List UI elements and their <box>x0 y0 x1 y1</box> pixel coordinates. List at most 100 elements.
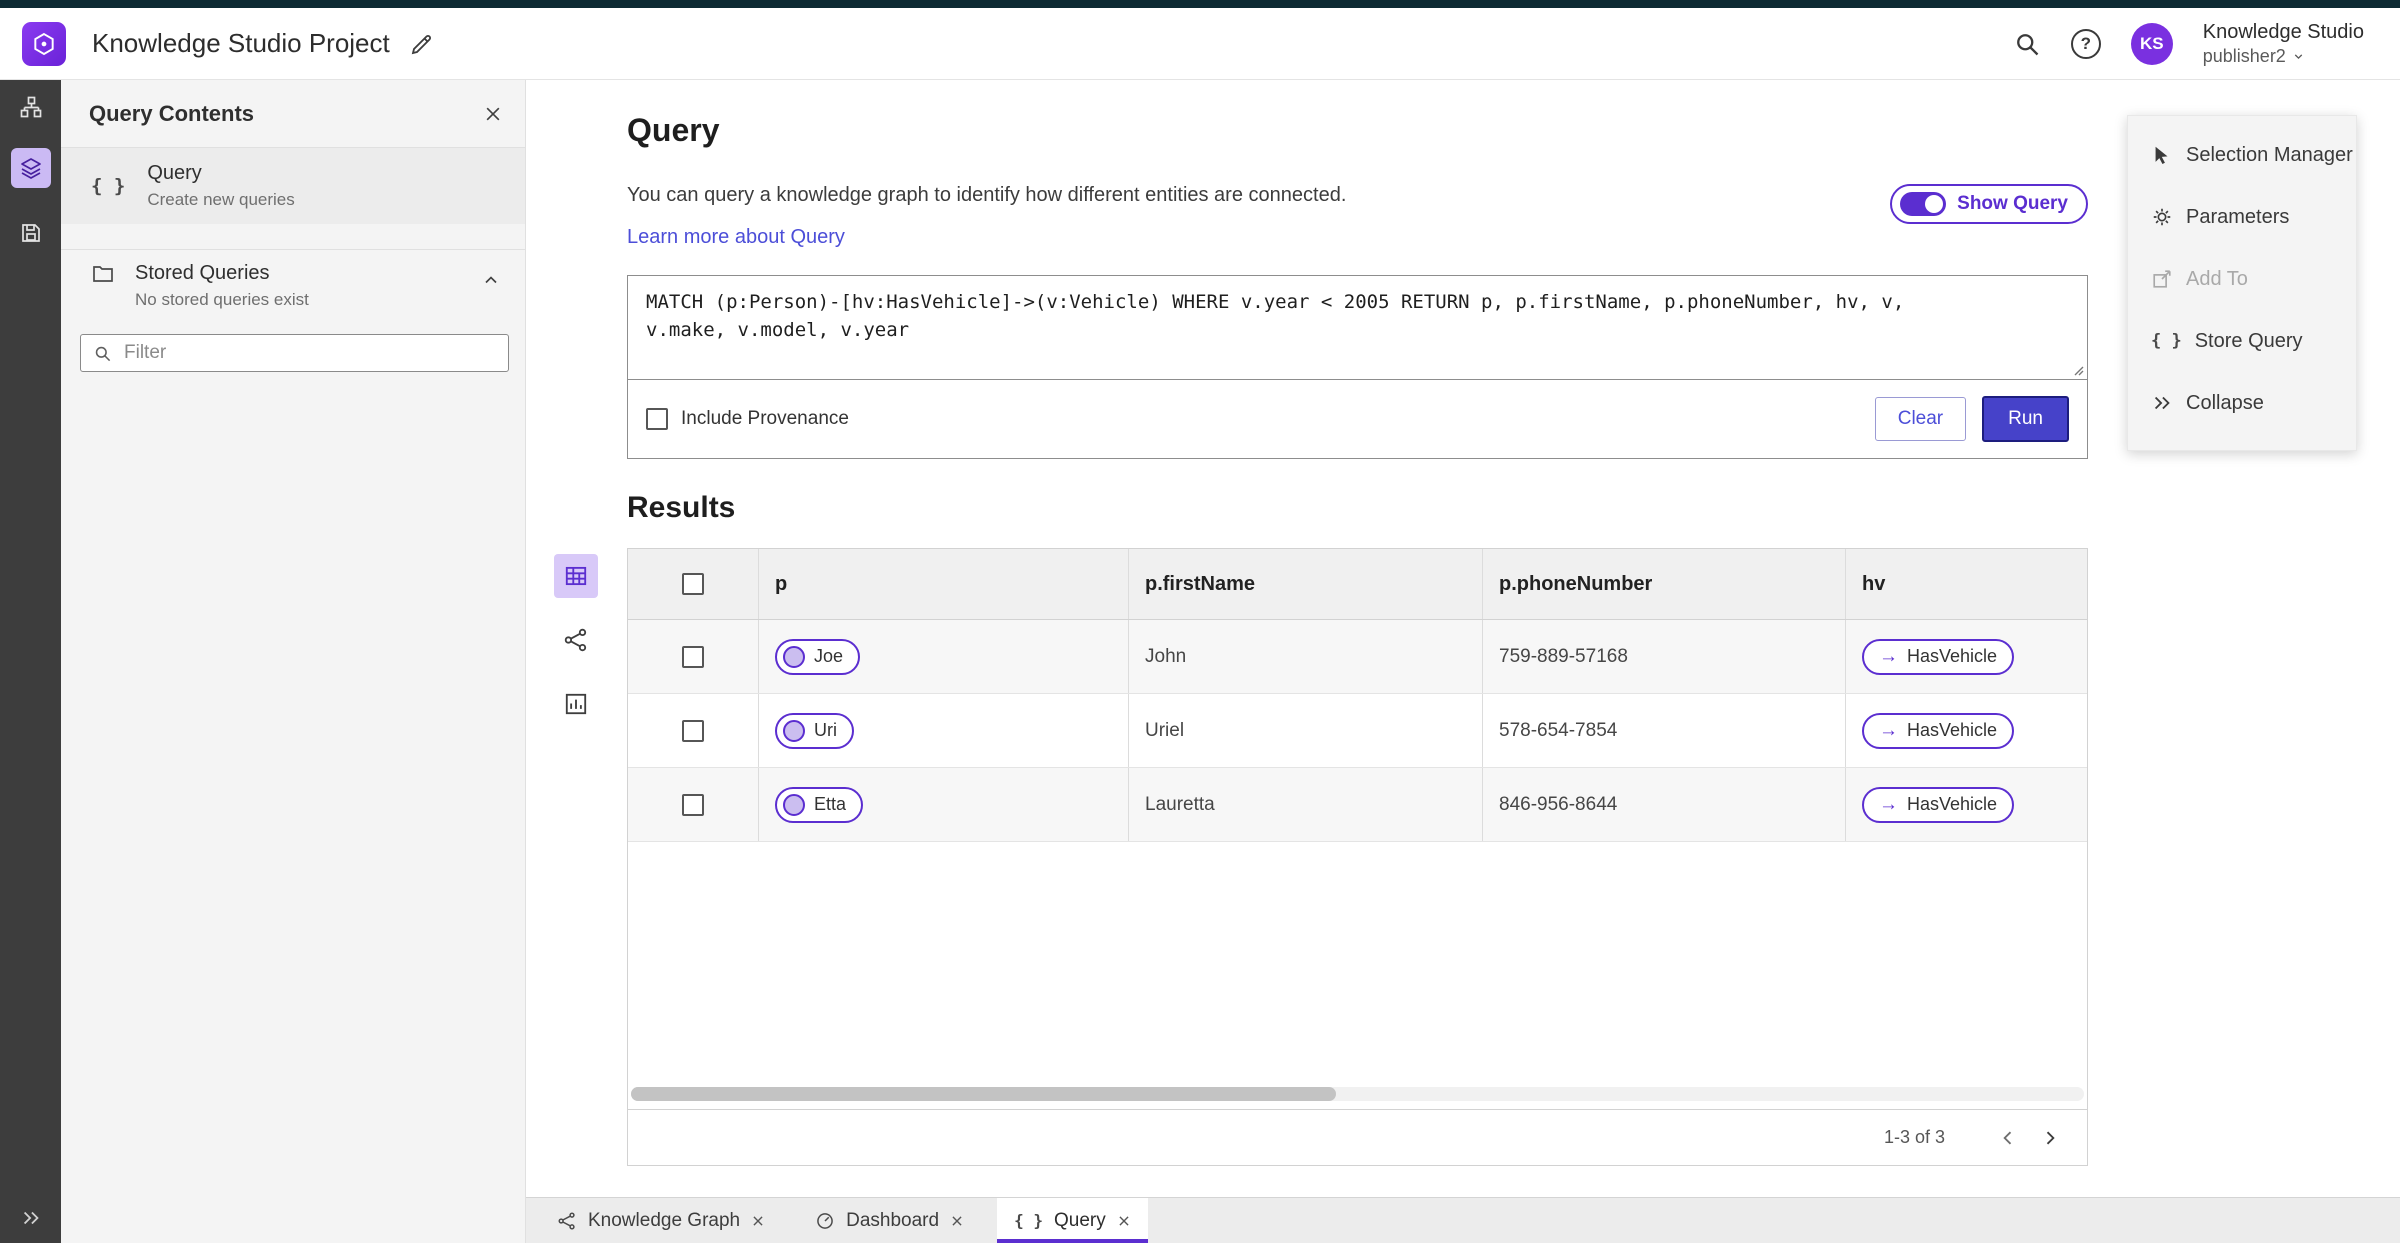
node-pill[interactable]: Joe <box>775 638 861 675</box>
tab-label: Query <box>1053 1209 1106 1231</box>
main-content: Query You can query a knowledge graph to… <box>526 80 2400 1197</box>
filter-input[interactable] <box>122 341 496 365</box>
hexagon-logo-icon <box>31 31 57 57</box>
table-row: Etta Lauretta 846-956-8644 → HasVehicle <box>628 768 2087 842</box>
graph-view-icon[interactable] <box>554 618 598 662</box>
row-checkbox[interactable] <box>682 719 704 742</box>
edge-arrow-icon: → <box>1879 719 1898 741</box>
chevron-left-icon[interactable] <box>1987 1117 2029 1159</box>
expand-rail-icon[interactable] <box>20 1207 42 1229</box>
node-label: Joe <box>814 646 844 666</box>
tab-knowledge-graph[interactable]: Knowledge Graph <box>540 1198 782 1243</box>
scrollbar-thumb[interactable] <box>631 1087 1336 1101</box>
top-accent-strip <box>0 0 2400 8</box>
show-query-toggle[interactable]: Show Query <box>1890 184 2088 224</box>
phone-value: 578-654-7854 <box>1499 719 1618 741</box>
tab-dashboard[interactable]: Dashboard <box>798 1198 981 1243</box>
close-icon[interactable] <box>950 1214 964 1228</box>
store-query-icon: { } <box>2151 331 2182 351</box>
firstname-value: Uriel <box>1145 719 1185 741</box>
close-icon[interactable] <box>483 104 503 124</box>
query-textarea[interactable]: MATCH (p:Person)-[hv:HasVehicle]->(v:Veh… <box>628 276 2087 380</box>
row-checkbox[interactable] <box>682 793 704 816</box>
close-icon[interactable] <box>751 1214 765 1228</box>
hierarchy-icon[interactable] <box>11 87 51 127</box>
stored-queries-label: Stored Queries <box>135 262 270 284</box>
query-item-sublabel: Create new queries <box>147 190 295 209</box>
query-actions-panel: Selection Manager Parameters Add To { } … <box>2127 115 2357 451</box>
results-view-toolbar <box>554 554 598 726</box>
chevron-right-icon[interactable] <box>2029 1117 2071 1159</box>
edge-pill[interactable]: → HasVehicle <box>1862 786 2015 823</box>
collapse-label: Collapse <box>2186 391 2264 414</box>
tab-query[interactable]: { } Query <box>997 1198 1148 1243</box>
chevron-up-icon[interactable] <box>481 270 501 290</box>
sidebar-item-query[interactable]: { } Query Create new queries <box>61 148 525 224</box>
resize-grip-icon[interactable] <box>2070 362 2084 376</box>
header-checkbox-cell <box>628 549 758 619</box>
node-pill[interactable]: Uri <box>775 712 854 749</box>
edge-label: HasVehicle <box>1907 794 1998 814</box>
edge-label: HasVehicle <box>1907 646 1998 666</box>
bottom-tab-bar: Knowledge Graph Dashboard { } Query <box>526 1197 2400 1243</box>
query-contents-panel: Query Contents { } Query Create new quer… <box>61 80 526 1243</box>
query-text: MATCH (p:Person)-[hv:HasVehicle]->(v:Veh… <box>646 291 1905 341</box>
edge-pill[interactable]: → HasVehicle <box>1862 712 2015 749</box>
edge-pill[interactable]: → HasVehicle <box>1862 638 2015 675</box>
user-name: Knowledge Studio <box>2202 20 2364 43</box>
results-title: Results <box>627 491 736 524</box>
stored-queries-section[interactable]: Stored Queries No stored queries exist <box>61 249 525 312</box>
store-query-item[interactable]: { } Store Query <box>2128 310 2356 372</box>
editor-controls: Include Provenance Clear Run <box>628 380 2087 457</box>
column-header-phonenumber[interactable]: p.phoneNumber <box>1499 573 1652 596</box>
phone-value: 846-956-8644 <box>1499 793 1618 815</box>
user-avatar[interactable]: KS <box>2130 22 2173 65</box>
table-view-icon[interactable] <box>554 554 598 598</box>
close-icon[interactable] <box>1117 1214 1131 1228</box>
add-to-icon <box>2151 268 2173 290</box>
app-header: Knowledge Studio Project ? KS Knowledge … <box>0 8 2400 80</box>
store-query-label: Store Query <box>2194 329 2303 352</box>
column-header-firstname[interactable]: p.firstName <box>1145 573 1255 596</box>
user-menu[interactable]: Knowledge Studio publisher2 <box>2203 20 2364 68</box>
toggle-switch[interactable] <box>1900 192 1947 216</box>
header-actions: ? KS Knowledge Studio publisher2 <box>2013 20 2364 68</box>
selection-manager-icon <box>2151 144 2173 166</box>
learn-more-link[interactable]: Learn more about Query <box>627 226 845 249</box>
app-logo[interactable] <box>22 21 66 66</box>
collapse-item[interactable]: Collapse <box>2128 372 2356 434</box>
edit-title-icon[interactable] <box>410 32 434 56</box>
page-title: Query <box>627 112 720 148</box>
row-checkbox[interactable] <box>682 645 704 668</box>
node-circle-icon <box>783 719 805 742</box>
stored-queries-sublabel: No stored queries exist <box>135 290 309 309</box>
selection-manager-item[interactable]: Selection Manager <box>2128 124 2356 186</box>
save-icon[interactable] <box>11 213 51 253</box>
knowledge-graph-icon <box>557 1211 577 1231</box>
clear-button[interactable]: Clear <box>1874 396 1967 441</box>
help-icon[interactable]: ? <box>2070 28 2101 59</box>
column-header-p[interactable]: p <box>775 573 787 596</box>
run-button[interactable]: Run <box>1982 395 2069 442</box>
parameters-label: Parameters <box>2186 205 2290 228</box>
avatar-initials: KS <box>2139 33 2164 53</box>
query-item-label: Query <box>147 162 202 184</box>
select-all-checkbox[interactable] <box>682 573 704 595</box>
node-circle-icon <box>783 793 805 816</box>
chart-view-icon[interactable] <box>554 682 598 726</box>
layers-icon[interactable] <box>10 148 51 188</box>
node-pill[interactable]: Etta <box>775 786 864 823</box>
parameters-item[interactable]: Parameters <box>2128 186 2356 248</box>
parameters-icon <box>2151 206 2173 228</box>
toggle-knob <box>1925 195 1944 213</box>
phone-value: 759-889-57168 <box>1499 645 1628 667</box>
user-role: publisher2 <box>2202 45 2286 66</box>
firstname-value: Lauretta <box>1145 793 1215 815</box>
edge-arrow-icon: → <box>1879 645 1898 667</box>
horizontal-scrollbar[interactable] <box>631 1087 2084 1101</box>
include-provenance-checkbox[interactable] <box>646 407 668 430</box>
search-icon[interactable] <box>2013 30 2041 58</box>
column-header-hv[interactable]: hv <box>1862 573 1885 596</box>
table-row: Joe John 759-889-57168 → HasVehicle <box>628 620 2087 694</box>
help-glyph: ? <box>2080 33 2091 53</box>
